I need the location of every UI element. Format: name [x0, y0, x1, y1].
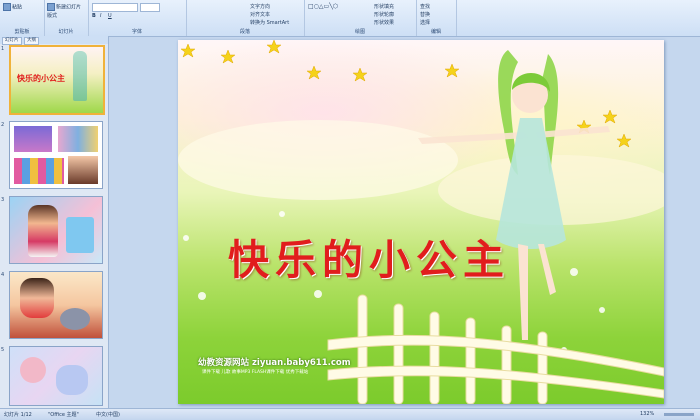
thumbnail-character-image [56, 365, 88, 395]
website-subcaption: 课件下载 儿歌 故事MP3 FLASH课件下载 优秀下载站 [202, 370, 309, 375]
panel-tabs: 幻灯片 大纲 [0, 36, 108, 45]
group-label-drawing: 绘图 [354, 29, 365, 35]
theme-name: "Office 主题" [48, 412, 79, 418]
thumbnail-title: 快乐的小公主 [17, 73, 65, 83]
shape-outline-button[interactable]: 形状轮廓 [374, 11, 394, 18]
slide-canvas[interactable]: 快乐的小公主 幼教资源网站 ziyuan.baby611.com 课件下载 儿歌… [178, 40, 664, 404]
star-icon [180, 43, 196, 58]
thumbnail-slide-2[interactable] [9, 121, 103, 189]
thumbnail-chair-image [66, 217, 94, 253]
thumbnail-slide-3[interactable] [9, 196, 103, 264]
thumbnail-number: 2 [1, 122, 5, 128]
align-text-button[interactable]: 对齐文本 [250, 11, 270, 18]
shapes-gallery[interactable]: □○△▭╲⬡ [308, 3, 338, 10]
thumbnail-number: 1 [1, 46, 5, 52]
zoom-level[interactable]: 132% [640, 411, 654, 417]
thumbnail-dresses-image [58, 126, 98, 152]
drawing-group: □○△▭╲⬡ 形状填充 形状轮廓 形状效果 绘图 [304, 0, 417, 36]
thumbnail-girl-image [68, 156, 98, 184]
slide-title[interactable]: 快乐的小公主 [228, 226, 510, 286]
thumbnail-character-image [20, 357, 46, 383]
zoom-slider[interactable] [664, 413, 694, 416]
group-label-editing: 编辑 [430, 29, 441, 35]
font-size-box[interactable] [140, 3, 160, 12]
thumbnail-castle-image [14, 126, 52, 152]
group-label-slides: 幻灯片 [58, 29, 74, 35]
underline-button[interactable]: U [108, 13, 112, 19]
thumbnail-girl-figure [73, 51, 87, 101]
editing-group: 查找 替换 选择 编辑 [416, 0, 457, 36]
tab-outline[interactable]: 大纲 [24, 37, 39, 45]
slide-illustration [178, 40, 664, 404]
star-icon [602, 109, 618, 124]
group-label-clipboard: 剪贴板 [14, 29, 30, 35]
thumbnail-animal-image [60, 308, 90, 330]
star-icon [266, 40, 282, 54]
layout-button[interactable]: 版式 [47, 12, 57, 19]
text-direction-button[interactable]: 文字方向 [250, 3, 270, 10]
italic-button[interactable]: I [100, 13, 101, 19]
thumbnail-gems-image [14, 158, 64, 184]
slide-counter: 幻灯片 1/12 [4, 412, 32, 418]
group-label-font: 字体 [131, 29, 142, 35]
thumbnail-number: 3 [1, 197, 5, 203]
smartart-button[interactable]: 转换为 SmartArt [250, 19, 289, 26]
thumbnail-number: 4 [1, 272, 5, 278]
new-slide-icon [47, 3, 55, 11]
paste-button[interactable]: 粘贴 [3, 3, 22, 11]
cloud-shape [178, 120, 458, 200]
slide-thumbnail-panel: 幻灯片 大纲 1 快乐的小公主 2 3 4 5 [0, 36, 109, 408]
thumbnail-slide-1[interactable]: 快乐的小公主 [9, 45, 105, 115]
star-icon [444, 63, 460, 78]
website-caption: 幼教资源网站 ziyuan.baby611.com [198, 358, 351, 368]
thumbnail-princess-image [28, 205, 58, 257]
group-label-paragraph: 段落 [239, 29, 250, 35]
paste-icon [3, 3, 11, 11]
star-icon [352, 67, 368, 82]
replace-button[interactable]: 替换 [420, 11, 430, 18]
thumbnail-number: 5 [1, 347, 5, 353]
ribbon: 粘贴 剪贴板 新建幻灯片 版式 幻灯片 B I U 字体 文字方向 对齐文本 转… [0, 0, 700, 37]
status-bar: 幻灯片 1/12 "Office 主题" 中文(中国) 132% [0, 408, 700, 420]
thumbnail-slide-4[interactable] [9, 271, 103, 339]
paragraph-group: 文字方向 对齐文本 转换为 SmartArt 段落 [186, 0, 305, 36]
tab-slides[interactable]: 幻灯片 [2, 37, 22, 45]
font-group: B I U 字体 [88, 0, 187, 36]
new-slide-button[interactable]: 新建幻灯片 [47, 3, 81, 11]
find-button[interactable]: 查找 [420, 3, 430, 10]
bold-button[interactable]: B [92, 13, 96, 19]
star-icon [306, 65, 322, 80]
select-button[interactable]: 选择 [420, 19, 430, 26]
slides-group: 新建幻灯片 版式 幻灯片 [44, 0, 89, 36]
shape-fill-button[interactable]: 形状填充 [374, 3, 394, 10]
thumbnail-slide-5[interactable] [9, 346, 103, 406]
font-name-box[interactable] [92, 3, 138, 12]
star-icon [220, 49, 236, 64]
language-indicator[interactable]: 中文(中国) [96, 411, 120, 418]
star-icon [616, 133, 632, 148]
shape-effects-button[interactable]: 形状效果 [374, 19, 394, 26]
clipboard-group: 粘贴 剪贴板 [0, 0, 45, 36]
thumbnail-girl-image [20, 278, 54, 318]
fence-illustration [327, 294, 664, 404]
